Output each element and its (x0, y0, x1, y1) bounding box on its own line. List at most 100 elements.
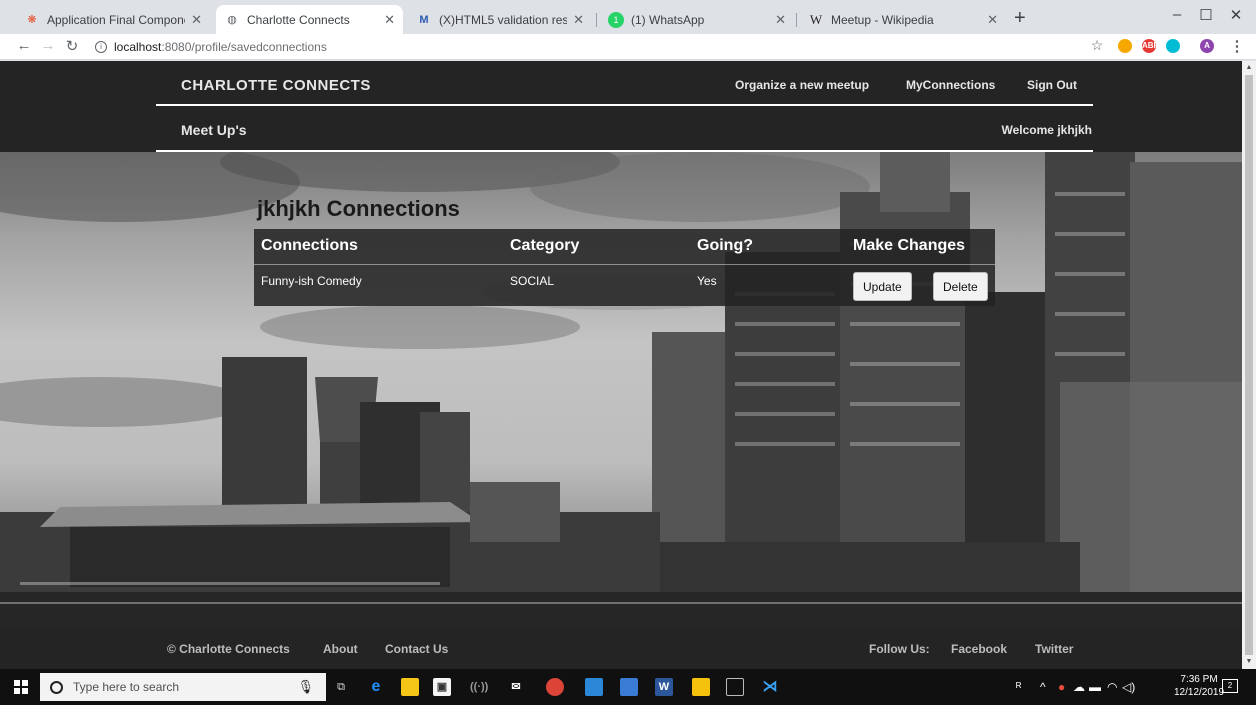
validator-icon: M (419, 13, 429, 26)
browser-tab-charlotte-connects[interactable]: ◍ Charlotte Connects ✕ (216, 5, 403, 34)
browser-tab-whatsapp[interactable]: 1 (1) WhatsApp ✕ (600, 5, 794, 34)
windows-start-icon[interactable] (14, 680, 28, 694)
tray-app-icon[interactable]: ● (1058, 680, 1065, 694)
action-center-icon[interactable]: 2 (1222, 679, 1238, 693)
bookmark-star-icon[interactable]: ☆ (1088, 37, 1106, 54)
site-brand[interactable]: CHARLOTTE CONNECTS (181, 77, 371, 94)
close-icon[interactable]: ✕ (191, 12, 202, 28)
delete-button[interactable]: Delete (933, 272, 988, 301)
clock-time: 7:36 PM (1180, 674, 1218, 685)
browser-toolbar: ← → ↻ i localhost:8080/profile/savedconn… (0, 34, 1256, 60)
wifi-app-icon[interactable]: ((·)) (470, 678, 488, 696)
update-button[interactable]: Update (853, 272, 912, 301)
welcome-message: Welcome jkhjkh (1002, 123, 1093, 137)
scrollbar-thumb[interactable] (1245, 75, 1253, 655)
taskbar-clock[interactable]: 7:36 PM 12/12/2019 (1174, 673, 1224, 699)
file-explorer-icon[interactable] (401, 678, 419, 696)
page-viewport: CHARLOTTE CONNECTS Organize a new meetup… (0, 61, 1242, 669)
wifi-icon[interactable]: ◠ (1107, 680, 1117, 694)
tab-title: (1) WhatsApp (631, 12, 705, 27)
people-icon[interactable]: ᴿ (1016, 680, 1021, 694)
browser-tab-wikipedia[interactable]: W Meetup - Wikipedia ✕ (800, 5, 1006, 34)
browser-tab-canvas[interactable]: ❋ Application Final Component: 20 ✕ (16, 5, 210, 34)
browser-tab-strip: ❋ Application Final Component: 20 ✕ ◍ Ch… (0, 0, 1256, 34)
tab-title: (X)HTML5 validation results (439, 12, 568, 27)
extension-icon[interactable] (1166, 39, 1180, 53)
welcome-username: jkhjkh (1057, 123, 1092, 137)
task-view-icon[interactable]: ⧉ (332, 678, 350, 696)
column-header-category: Category (510, 237, 580, 254)
chevron-up-icon[interactable]: ^ (1040, 680, 1046, 694)
close-icon[interactable]: ✕ (573, 12, 584, 28)
reload-icon[interactable]: ↻ (63, 37, 81, 55)
address-bar[interactable]: i localhost:8080/profile/savedconnection… (95, 36, 1095, 57)
back-arrow-icon[interactable]: ← (15, 37, 33, 54)
table-header-divider (254, 264, 995, 265)
nav-organize-meetup[interactable]: Organize a new meetup (735, 78, 869, 92)
vscode-icon[interactable]: ⋊ (761, 678, 779, 696)
footer-facebook-link[interactable]: Facebook (951, 642, 1007, 656)
microphone-icon[interactable]: 🎙 (297, 679, 314, 695)
scroll-up-arrow-icon[interactable]: ▲ (1242, 61, 1256, 75)
connection-category-cell: SOCIAL (510, 274, 555, 288)
url-host: localhost (114, 39, 162, 54)
whatsapp-icon: 1 (608, 11, 624, 28)
forward-arrow-icon[interactable]: → (39, 37, 57, 54)
tab-title: Meetup - Wikipedia (831, 12, 934, 27)
battery-icon[interactable]: ▬ (1089, 680, 1101, 694)
footer-twitter-link[interactable]: Twitter (1035, 642, 1073, 656)
nav-my-connections[interactable]: MyConnections (906, 78, 995, 92)
window-app-icon[interactable] (726, 678, 744, 696)
connections-table: Connections Category Going? Make Changes… (254, 229, 995, 306)
column-header-going: Going? (697, 237, 753, 254)
app-icon[interactable] (620, 678, 638, 696)
cloud-icon[interactable]: ☁ (1073, 680, 1085, 694)
taskbar-search-placeholder: Type here to search (73, 680, 180, 694)
city-skyline-background (0, 152, 1242, 628)
footer-copyright: © Charlotte Connects (167, 642, 290, 656)
close-icon[interactable]: ✕ (987, 12, 998, 28)
tab-title: Application Final Component: 20 (47, 12, 185, 27)
column-header-connections: Connections (261, 237, 358, 254)
profile-avatar[interactable]: A (1200, 39, 1214, 53)
header-divider (156, 104, 1093, 106)
taskbar-search-box[interactable]: Type here to search 🎙 (40, 673, 326, 701)
minimize-icon[interactable]: – (1167, 6, 1187, 23)
window-close-icon[interactable]: ✕ (1226, 6, 1246, 24)
connection-name-cell: Funny-ish Comedy (261, 274, 362, 288)
sticky-notes-icon[interactable] (692, 678, 710, 696)
footer-about-link[interactable]: About (323, 642, 358, 656)
footer-contact-link[interactable]: Contact Us (385, 642, 448, 656)
menu-kebab-icon[interactable]: ⋮ (1228, 37, 1246, 55)
connection-going-cell: Yes (697, 274, 717, 288)
nav-sign-out[interactable]: Sign Out (1027, 78, 1077, 92)
volume-icon[interactable]: ◁) (1122, 680, 1135, 694)
extension-icon[interactable] (1118, 39, 1132, 53)
store-icon[interactable]: ▣ (433, 678, 451, 696)
meetups-link[interactable]: Meet Up's (181, 122, 247, 138)
photos-icon[interactable] (585, 678, 603, 696)
welcome-prefix: Welcome (1001, 123, 1054, 137)
scroll-down-arrow-icon[interactable]: ▼ (1242, 655, 1256, 669)
adblock-icon[interactable]: ABP (1142, 39, 1159, 53)
tab-separator (796, 13, 797, 27)
word-icon[interactable]: W (655, 678, 673, 696)
connections-heading: jkhjkh Connections (257, 196, 460, 221)
edge-icon[interactable]: e (367, 678, 385, 696)
info-icon[interactable]: i (95, 40, 107, 53)
wikipedia-icon: W (809, 11, 823, 27)
chrome-icon[interactable] (546, 678, 564, 696)
clock-date: 12/12/2019 (1174, 687, 1225, 698)
tab-separator (596, 13, 597, 27)
site-header: CHARLOTTE CONNECTS Organize a new meetup… (0, 61, 1242, 152)
site-footer: © Charlotte Connects About Contact Us Fo… (0, 628, 1242, 669)
maximize-icon[interactable]: ☐ (1196, 6, 1216, 24)
page-scrollbar[interactable]: ▲ ▼ (1242, 61, 1256, 669)
close-icon[interactable]: ✕ (775, 12, 786, 28)
globe-icon: ◍ (227, 14, 237, 26)
mail-icon[interactable]: ✉ (507, 678, 525, 696)
browser-tab-validator[interactable]: M (X)HTML5 validation results ✕ (408, 5, 592, 34)
footer-follow-label: Follow Us: (869, 642, 930, 656)
close-icon[interactable]: ✕ (384, 12, 395, 28)
new-tab-icon[interactable]: + (1014, 8, 1026, 28)
